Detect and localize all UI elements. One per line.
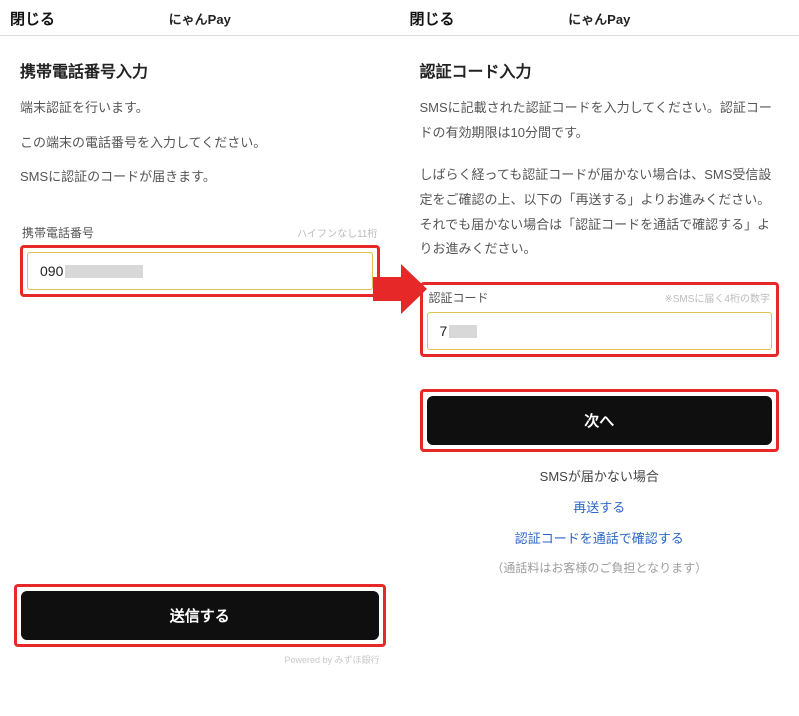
description-line-2: この端末の電話番号を入力してください。 <box>20 131 380 156</box>
description-block-1: SMSに記載された認証コードを入力してください。認証コードの有効期限は10分間で… <box>420 96 780 145</box>
content: 携帯電話番号入力 端末認証を行います。 この端末の電話番号を入力してください。 … <box>0 36 400 307</box>
page-title: 携帯電話番号入力 <box>20 58 380 82</box>
powered-by: Powered by みずほ銀行 <box>14 653 386 666</box>
resend-link[interactable]: 再送する <box>420 497 780 516</box>
header-title: にゃんPay <box>480 9 720 28</box>
help-heading: SMSが届かない場合 <box>420 466 780 485</box>
description-line-3: SMSに認証のコードが届きます。 <box>20 165 380 190</box>
code-input-value: 7 <box>440 323 448 339</box>
field-hint: ※SMSに届く4桁の数字 <box>664 290 770 305</box>
field-label-row: 携帯電話番号 ハイフンなし11桁 <box>20 224 380 241</box>
code-input[interactable]: 7 <box>427 312 773 350</box>
description-block-2: しばらく経っても認証コードが届かない場合は、SMS受信設定をご確認の上、以下の「… <box>420 163 780 262</box>
close-button[interactable]: 閉じる <box>10 8 80 29</box>
header-title: にゃんPay <box>80 9 320 28</box>
next-button[interactable]: 次へ <box>427 396 773 445</box>
code-input-mask <box>449 325 477 338</box>
close-button[interactable]: 閉じる <box>410 8 480 29</box>
submit-highlight: 次へ <box>420 389 780 452</box>
page-title: 認証コード入力 <box>420 58 780 82</box>
field-hint: ハイフンなし11桁 <box>297 225 377 240</box>
arrow-icon <box>371 260 429 323</box>
submit-area: 送信する Powered by みずほ銀行 <box>14 584 386 666</box>
submit-highlight: 送信する <box>14 584 386 647</box>
call-charge-note: （通話料はお客様のご負担となります） <box>420 559 780 576</box>
description-line-1: 端末認証を行います。 <box>20 96 380 121</box>
field-label: 携帯電話番号 <box>22 224 94 241</box>
phone-input-value: 090 <box>40 263 63 279</box>
submit-button[interactable]: 送信する <box>21 591 379 640</box>
field-label: 認証コード <box>429 289 489 306</box>
content: 認証コード入力 SMSに記載された認証コードを入力してください。認証コードの有効… <box>400 36 799 586</box>
phone-input[interactable]: 090 <box>27 252 373 290</box>
screen-code-input: 閉じる にゃんPay 認証コード入力 SMSに記載された認証コードを入力してくだ… <box>400 0 799 716</box>
header: 閉じる にゃんPay <box>0 0 400 36</box>
phone-input-mask <box>65 265 143 278</box>
phone-input-highlight: 090 <box>20 245 380 297</box>
screen-phone-input: 閉じる にゃんPay 携帯電話番号入力 端末認証を行います。 この端末の電話番号… <box>0 0 400 716</box>
header: 閉じる にゃんPay <box>400 0 799 36</box>
submit-area: 次へ <box>420 389 780 452</box>
field-label-row: 認証コード ※SMSに届く4桁の数字 <box>427 289 773 306</box>
code-input-highlight: 認証コード ※SMSに届く4桁の数字 7 <box>420 282 780 357</box>
call-confirm-link[interactable]: 認証コードを通話で確認する <box>420 528 780 547</box>
